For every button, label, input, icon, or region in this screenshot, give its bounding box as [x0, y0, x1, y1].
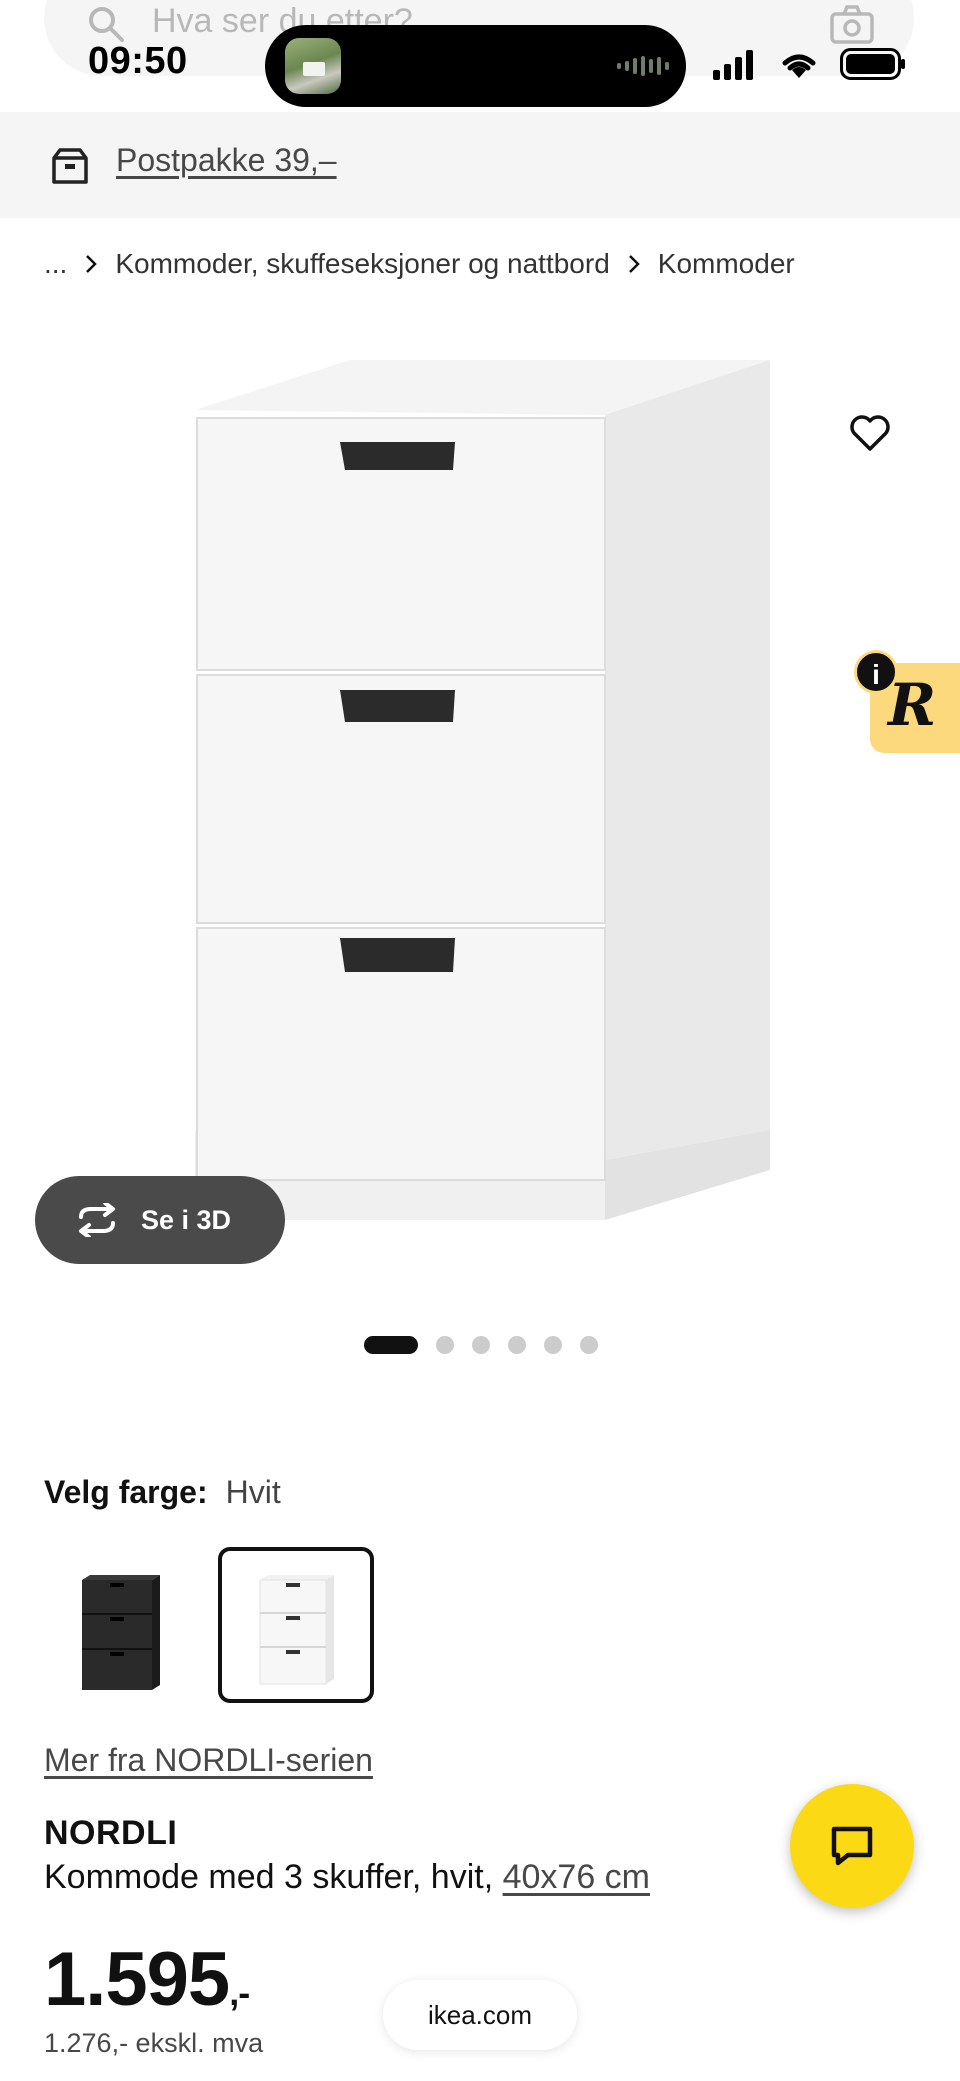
carousel-dot[interactable]	[436, 1336, 454, 1354]
delivery-link[interactable]: Postpakke 39,–	[116, 142, 337, 179]
status-time: 09:50	[88, 40, 188, 82]
view-3d-button[interactable]: Se i 3D	[35, 1176, 285, 1264]
carousel-dot[interactable]	[508, 1336, 526, 1354]
chevron-right-icon	[86, 255, 98, 273]
breadcrumb: ... Kommoder, skuffeseksjoner og nattbor…	[44, 248, 795, 280]
breadcrumb-item-current[interactable]: Kommoder	[658, 248, 795, 280]
breadcrumb-item-category[interactable]: Kommoder, skuffeseksjoner og nattbord	[115, 248, 609, 280]
price-ex-vat: 1.276,- ekskl. mva	[44, 2028, 264, 2058]
favorite-button[interactable]	[845, 408, 895, 458]
series-link[interactable]: Mer fra NORDLI-serien	[44, 1742, 373, 1779]
color-label: Velg farge:	[44, 1474, 208, 1510]
audio-wave-icon	[617, 56, 669, 76]
product-name: NORDLI	[44, 1814, 178, 1852]
color-selector-label: Velg farge: Hvit	[44, 1474, 281, 1511]
product-size-link[interactable]: 40x76 cm	[503, 1858, 650, 1896]
wifi-icon	[782, 54, 816, 78]
dresser-thumbnail-black	[82, 1575, 160, 1690]
camera-icon[interactable]	[830, 4, 874, 44]
dresser-thumbnail-white	[259, 1575, 334, 1685]
rotate-icon	[79, 1203, 115, 1237]
carousel-dot[interactable]	[580, 1336, 598, 1354]
product-price: 1.595,-	[44, 1936, 250, 2023]
view-3d-label: Se i 3D	[141, 1204, 232, 1235]
color-option-black[interactable]	[42, 1547, 198, 1703]
carousel-dots[interactable]	[364, 1336, 598, 1354]
color-option-white[interactable]	[218, 1547, 374, 1703]
product-image[interactable]	[150, 330, 790, 1290]
product-description: Kommode med 3 skuffer, hvit, 40x76 cm	[44, 1858, 650, 1897]
delivery-bar: Postpakke 39,–	[0, 112, 960, 218]
box-icon	[52, 148, 88, 184]
battery-icon	[840, 48, 905, 80]
breadcrumb-ellipsis[interactable]: ...	[44, 248, 67, 280]
chat-button[interactable]	[790, 1784, 914, 1908]
browser-url-pill[interactable]: ikea.com	[383, 1980, 577, 2050]
product-description-text: Kommode med 3 skuffer, hvit,	[44, 1858, 494, 1896]
color-value: Hvit	[225, 1474, 281, 1510]
price-suffix: ,-	[229, 1972, 250, 2013]
browser-url: ikea.com	[427, 1999, 533, 2030]
dynamic-island[interactable]	[265, 25, 686, 107]
info-icon[interactable]: i	[854, 650, 898, 694]
chevron-right-icon	[628, 255, 640, 273]
heart-icon	[850, 415, 890, 451]
chat-icon	[831, 1826, 873, 1866]
carousel-dot[interactable]	[544, 1336, 562, 1354]
price-value: 1.595	[44, 1937, 230, 2022]
carousel-dot[interactable]	[472, 1336, 490, 1354]
search-icon[interactable]	[86, 4, 126, 44]
carousel-dot[interactable]	[364, 1336, 418, 1354]
now-playing-thumbnail	[285, 38, 341, 94]
signal-icon	[713, 50, 753, 80]
